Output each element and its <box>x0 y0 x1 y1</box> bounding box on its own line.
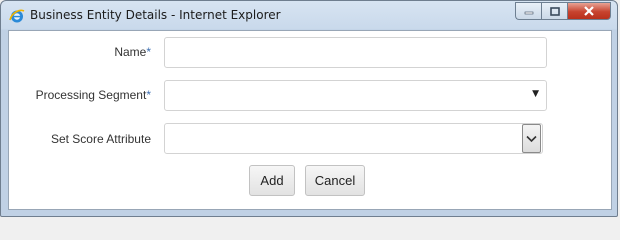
window-controls <box>515 2 611 21</box>
set-score-attribute-select[interactable] <box>164 123 543 154</box>
processing-segment-select[interactable]: ▼ <box>164 80 547 111</box>
set-score-attribute-label: Set Score Attribute <box>51 132 151 146</box>
name-input[interactable] <box>164 37 547 68</box>
title-bar[interactable]: Business Entity Details - Internet Explo… <box>1 1 617 31</box>
add-button[interactable]: Add <box>249 165 295 196</box>
maximize-icon <box>549 6 560 16</box>
processing-segment-label: Processing Segment* <box>36 88 151 102</box>
chevron-down-icon <box>526 135 537 142</box>
dialog-content: Name* Processing Segment* ▼ Set Score At… <box>8 30 612 210</box>
close-icon <box>584 6 594 16</box>
name-label: Name* <box>114 45 151 59</box>
maximize-button[interactable] <box>541 2 567 20</box>
minimize-icon <box>524 11 533 15</box>
required-marker: * <box>146 88 151 102</box>
set-score-attribute-dropdown-button[interactable] <box>522 124 541 153</box>
dropdown-caret-icon: ▼ <box>532 89 539 99</box>
cancel-button[interactable]: Cancel <box>305 165 365 196</box>
browser-dialog-window: Business Entity Details - Internet Explo… <box>0 0 618 217</box>
window-title: Business Entity Details - Internet Explo… <box>30 8 281 22</box>
set-score-attribute-label-text: Set Score Attribute <box>50 132 151 146</box>
minimize-button[interactable] <box>515 2 541 20</box>
required-marker: * <box>146 45 151 59</box>
name-label-text: Name <box>114 45 147 59</box>
processing-segment-label-text: Processing Segment <box>35 88 147 102</box>
internet-explorer-icon <box>9 9 25 23</box>
close-button[interactable] <box>567 2 611 20</box>
